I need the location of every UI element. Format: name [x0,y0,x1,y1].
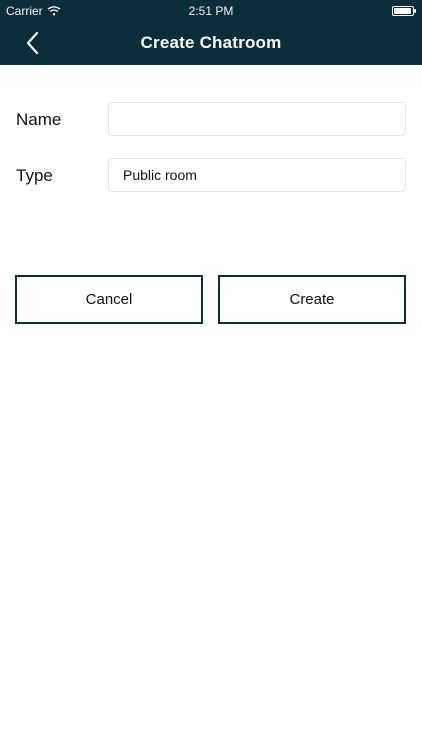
type-selector[interactable]: Public room [108,158,406,192]
name-input[interactable] [108,102,406,136]
create-button[interactable]: Create [218,275,406,324]
status-time: 2:51 PM [188,4,234,18]
battery-level [394,8,412,14]
cancel-button[interactable]: Cancel [15,275,203,324]
name-label: Name [16,110,62,129]
page-title: Create Chatroom [140,33,282,52]
navigation-bar: Create Chatroom [0,22,422,65]
type-row: Type Public room [0,158,422,192]
name-row: Name [0,102,422,136]
battery-icon [392,6,416,16]
top-bar: Carrier 2:51 PM Create Chatroom [0,0,422,65]
type-label: Type [16,166,53,185]
status-bar: Carrier 2:51 PM [0,0,422,22]
